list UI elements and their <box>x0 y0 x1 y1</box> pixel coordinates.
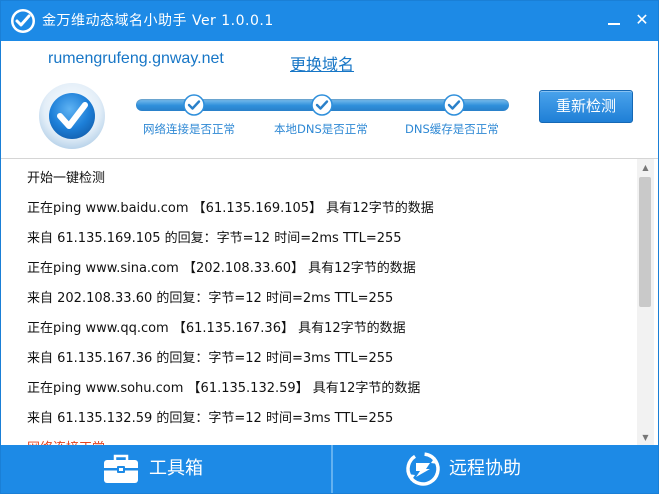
log-line: 来自 61.135.132.59 的回复：字节=12 时间=3ms TTL=25… <box>27 411 394 426</box>
log-list: 开始一键检测 正在ping www.baidu.com 【61.135.169.… <box>27 164 634 446</box>
recheck-button[interactable]: 重新检测 <box>539 90 633 123</box>
check-shield-icon <box>39 83 105 149</box>
change-domain-link[interactable]: 更换域名 <box>290 51 354 75</box>
minimize-icon <box>608 22 620 25</box>
check-circle-icon <box>311 94 333 116</box>
log-scrollbar[interactable]: ▲ ▼ <box>637 159 654 446</box>
minimize-button[interactable] <box>600 7 628 33</box>
title-bar[interactable]: 金万维动态域名小助手 Ver 1.0.0.1 ✕ <box>1 1 658 41</box>
remote-assist-button[interactable]: 远程协助 <box>333 445 658 493</box>
remote-assist-label: 远程协助 <box>449 458 521 479</box>
log-line: 来自 202.108.33.60 的回复：字节=12 时间=2ms TTL=25… <box>27 291 394 306</box>
toolbox-button[interactable]: 工具箱 <box>1 445 331 493</box>
log-line: 来自 61.135.169.105 的回复：字节=12 时间=2ms TTL=2… <box>27 231 402 246</box>
toolbox-label: 工具箱 <box>149 458 203 479</box>
log-line: 来自 61.135.167.36 的回复：字节=12 时间=3ms TTL=25… <box>27 351 394 366</box>
domain-name: rumengrufeng.gnway.net <box>48 50 224 67</box>
bottom-toolbar: 工具箱 远程协助 <box>1 445 658 493</box>
step-label-network: 网络连接是否正常 <box>143 122 235 136</box>
log-line: 正在ping www.baidu.com 【61.135.169.105】 具有… <box>27 201 434 216</box>
close-button[interactable]: ✕ <box>628 7 656 33</box>
step-label-local-dns: 本地DNS是否正常 <box>274 122 368 136</box>
scroll-down-arrow-icon[interactable]: ▼ <box>637 429 654 446</box>
step-label-dns-cache: DNS缓存是否正常 <box>405 122 499 136</box>
app-logo-icon <box>11 9 35 33</box>
toolbox-icon <box>104 454 138 483</box>
log-line: 正在ping www.qq.com 【61.135.167.36】 具有12字节… <box>27 321 406 336</box>
log-line: 开始一键检测 <box>27 171 106 186</box>
scroll-up-arrow-icon[interactable]: ▲ <box>637 159 654 176</box>
check-circle-icon <box>443 94 465 116</box>
window-title: 金万维动态域名小助手 Ver 1.0.0.1 <box>42 13 274 29</box>
log-panel[interactable]: 开始一键检测 正在ping www.baidu.com 【61.135.169.… <box>1 158 658 446</box>
remote-assist-icon <box>406 452 440 486</box>
log-line: 正在ping www.sohu.com 【61.135.132.59】 具有12… <box>27 381 421 396</box>
app-window: 金万维动态域名小助手 Ver 1.0.0.1 ✕ rumengrufeng.gn… <box>0 0 659 494</box>
scroll-thumb[interactable] <box>639 177 651 307</box>
log-line: 正在ping www.sina.com 【202.108.33.60】 具有12… <box>27 261 416 276</box>
check-circle-icon <box>183 94 205 116</box>
